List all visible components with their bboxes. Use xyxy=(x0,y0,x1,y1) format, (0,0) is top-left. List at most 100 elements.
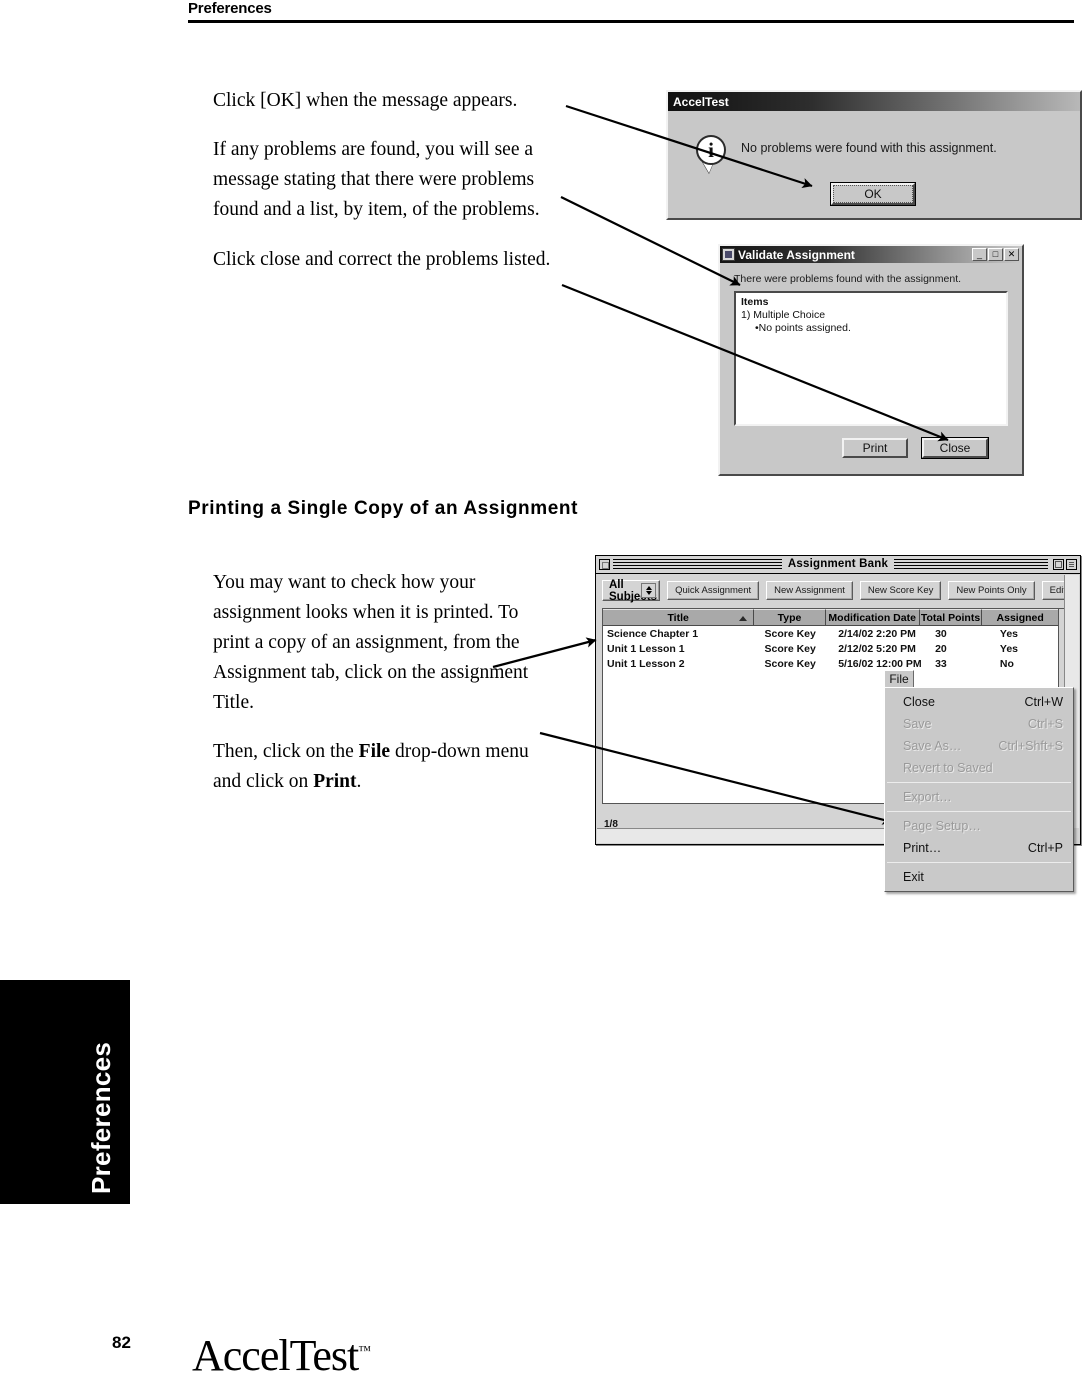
menu-item-close[interactable]: Close Ctrl+W xyxy=(885,691,1073,713)
brand-logo-text: AccelTest xyxy=(192,1331,359,1380)
paragraph-click-close: Click close and correct the problems lis… xyxy=(213,248,551,270)
info-icon: i xyxy=(696,135,726,165)
menu-item-close-label: Close xyxy=(903,695,935,709)
menu-item-save-as-accel: Ctrl+Shft+S xyxy=(998,739,1063,753)
cell-modification-date: 2/12/02 5:20 PM xyxy=(838,642,916,655)
instruction-text-block-top: Click [OK] when the message appears. If … xyxy=(213,66,565,285)
validate-assignment-dialog: Validate Assignment _ □ ✕ There were pro… xyxy=(718,244,1024,476)
acceltest-dialog-titlebar: AccelTest xyxy=(668,92,1080,111)
problem-list-heading: Items xyxy=(741,296,769,308)
instruction-text-block-bottom: You may want to check how your assignmen… xyxy=(213,548,543,807)
menu-item-print[interactable]: Print… Ctrl+P xyxy=(885,837,1073,859)
validate-message: There were problems found with the assig… xyxy=(734,273,962,285)
window-zoom-box-icon[interactable] xyxy=(1053,559,1064,570)
validate-problem-list[interactable]: Items 1) Multiple Choice •No points assi… xyxy=(734,291,1008,426)
menu-item-save-accel: Ctrl+S xyxy=(1027,717,1063,731)
cell-type: Score Key xyxy=(764,657,816,670)
acceltest-dialog: AccelTest i No problems were found with … xyxy=(666,90,1082,220)
menu-separator xyxy=(887,862,1071,863)
menu-item-revert-to-saved: Revert to Saved xyxy=(885,757,1073,779)
paragraph-file-print-print: Print xyxy=(313,771,357,792)
menu-item-exit[interactable]: Exit xyxy=(885,866,1073,888)
minimize-icon[interactable]: _ xyxy=(972,248,987,261)
quick-assignment-button[interactable]: Quick Assignment xyxy=(667,581,760,600)
new-score-key-button[interactable]: New Score Key xyxy=(859,581,942,600)
validate-dialog-title: Validate Assignment xyxy=(738,247,855,262)
paragraph-file-print: Then, click on the File drop-down menu a… xyxy=(213,737,543,797)
window-collapse-box-icon[interactable] xyxy=(1066,559,1077,570)
problem-list-detail: •No points assigned. xyxy=(755,322,851,334)
menu-separator xyxy=(887,811,1071,812)
new-points-only-button[interactable]: New Points Only xyxy=(948,581,1035,600)
table-row[interactable]: Unit 1 Lesson 2 Score Key 5/16/02 12:00 … xyxy=(603,656,1073,671)
cell-type: Score Key xyxy=(764,627,816,640)
cell-title: Unit 1 Lesson 1 xyxy=(607,642,685,655)
column-header-modification-date[interactable]: Modification Date xyxy=(825,609,920,626)
column-header-title-label: Title xyxy=(667,611,689,624)
paragraph-file-print-part1: Then, click on the xyxy=(213,741,359,762)
cell-total-points: 30 xyxy=(935,627,947,640)
menu-item-revert-to-saved-label: Revert to Saved xyxy=(903,761,993,775)
acceltest-message: No problems were found with this assignm… xyxy=(741,141,997,155)
validate-print-button[interactable]: Print xyxy=(842,438,908,458)
page-number: 82 xyxy=(112,1333,131,1352)
menu-item-print-label: Print… xyxy=(903,841,942,855)
assignment-bank-titlebar: Assignment Bank xyxy=(596,556,1080,574)
menu-item-save-as-label: Save As… xyxy=(903,739,962,753)
acceltest-dialog-body: i No problems were found with this assig… xyxy=(668,111,1080,218)
assignment-bank-toolbar: All Subjects Quick Assignment New Assign… xyxy=(602,579,1074,603)
column-header-type[interactable]: Type xyxy=(754,609,826,626)
section-heading: Printing a Single Copy of an Assignment xyxy=(188,498,579,519)
running-head: Preferences xyxy=(188,0,1074,23)
file-menu: File Close Ctrl+W Save Ctrl+S Save As… C… xyxy=(884,670,1074,892)
cell-modification-date: 2/14/02 2:20 PM xyxy=(838,627,916,640)
table-row[interactable]: Science Chapter 1 Score Key 2/14/02 2:20… xyxy=(603,626,1073,641)
acceltest-ok-button[interactable]: OK xyxy=(830,182,916,206)
table-row[interactable]: Unit 1 Lesson 1 Score Key 2/12/02 5:20 P… xyxy=(603,641,1073,656)
file-menu-panel: Close Ctrl+W Save Ctrl+S Save As… Ctrl+S… xyxy=(884,687,1074,892)
paragraph-click-ok: Click [OK] when the message appears. xyxy=(213,89,518,111)
cell-total-points: 33 xyxy=(935,657,947,670)
paragraph-problems-found: If any problems are found, you will see … xyxy=(213,139,540,220)
sort-ascending-icon xyxy=(739,616,748,621)
menu-item-close-accel: Ctrl+W xyxy=(1024,695,1063,709)
acceltest-ok-label: OK xyxy=(833,185,913,203)
select-arrows-icon xyxy=(641,583,657,598)
brand-logo: AccelTest™ xyxy=(192,1330,371,1381)
column-header-assigned[interactable]: Assigned xyxy=(982,609,1059,626)
paragraph-check-print: You may want to check how your assignmen… xyxy=(213,571,529,713)
running-head-rule xyxy=(188,20,1074,23)
paragraph-file-print-file: File xyxy=(358,741,391,762)
file-menu-title-label: File xyxy=(889,672,909,686)
app-icon xyxy=(722,248,735,261)
column-header-total-points[interactable]: Total Points xyxy=(919,609,983,626)
menu-item-page-setup: Page Setup… xyxy=(885,815,1073,837)
close-icon[interactable]: ✕ xyxy=(1004,248,1019,261)
menu-separator xyxy=(887,782,1071,783)
cell-type: Score Key xyxy=(764,642,816,655)
assignment-table-header: Title Type Modification Date Total Point… xyxy=(603,609,1073,626)
side-tab-label: Preferences xyxy=(86,1041,116,1194)
menu-item-export-label: Export… xyxy=(903,790,952,804)
subject-filter-select[interactable]: All Subjects xyxy=(602,579,661,603)
menu-item-exit-label: Exit xyxy=(903,870,924,884)
cell-modification-date: 5/16/02 12:00 PM xyxy=(838,657,922,670)
cell-title: Science Chapter 1 xyxy=(607,627,699,640)
menu-item-save: Save Ctrl+S xyxy=(885,713,1073,735)
problem-list-item: 1) Multiple Choice xyxy=(741,309,826,321)
column-header-title[interactable]: Title xyxy=(603,609,755,626)
maximize-icon[interactable]: □ xyxy=(988,248,1003,261)
validate-close-button[interactable]: Close xyxy=(921,437,989,459)
menu-item-save-label: Save xyxy=(903,717,932,731)
menu-item-print-accel: Ctrl+P xyxy=(1027,841,1063,855)
menu-item-save-as: Save As… Ctrl+Shft+S xyxy=(885,735,1073,757)
file-menu-title-button[interactable]: File xyxy=(884,670,914,687)
acceltest-dialog-title: AccelTest xyxy=(673,94,729,109)
validate-dialog-titlebar: Validate Assignment _ □ ✕ xyxy=(720,246,1022,263)
side-tab: Preferences xyxy=(0,980,130,1204)
paragraph-file-print-part3: . xyxy=(356,771,362,792)
new-assignment-button[interactable]: New Assignment xyxy=(766,581,853,600)
running-head-title: Preferences xyxy=(188,0,272,17)
cell-title: Unit 1 Lesson 2 xyxy=(607,657,685,670)
window-close-box-icon[interactable] xyxy=(599,559,610,570)
